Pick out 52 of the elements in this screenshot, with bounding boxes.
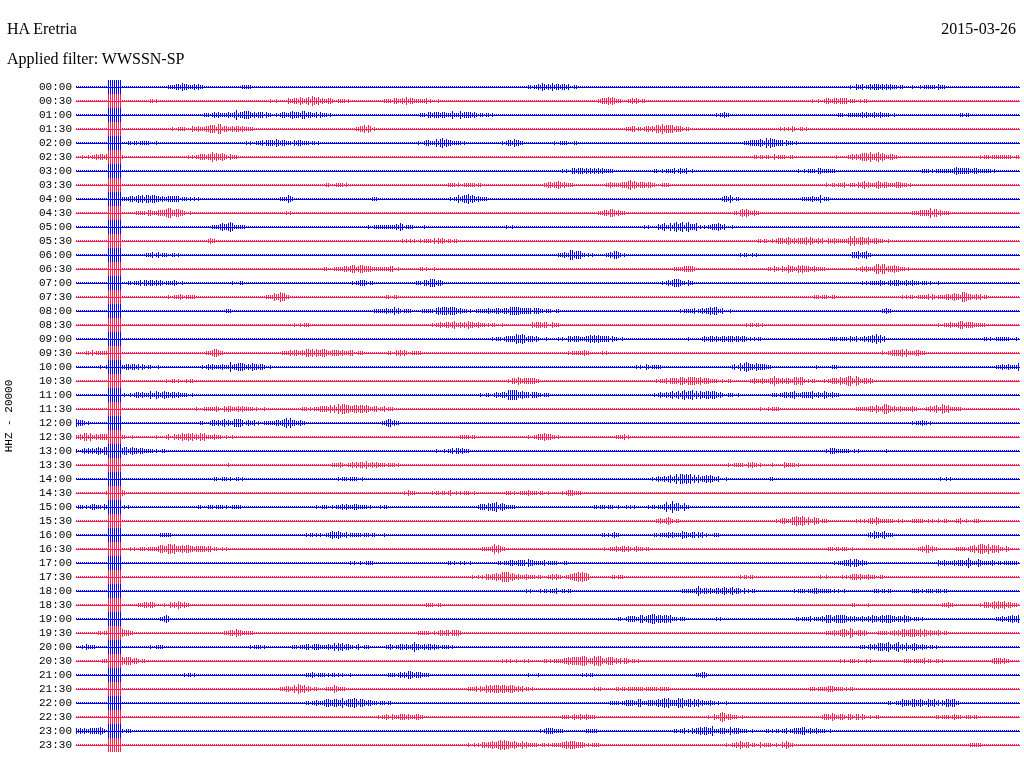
time-label: 15:30 — [38, 514, 72, 528]
time-label: 11:30 — [38, 402, 72, 416]
time-label: 21:00 — [38, 668, 72, 682]
time-label: 19:00 — [38, 612, 72, 626]
time-label: 00:30 — [38, 94, 72, 108]
time-label: 18:30 — [38, 598, 72, 612]
time-label: 06:00 — [38, 248, 72, 262]
time-label: 17:30 — [38, 570, 72, 584]
time-label: 01:30 — [38, 122, 72, 136]
time-label: 03:00 — [38, 164, 72, 178]
time-label: 23:00 — [38, 724, 72, 738]
time-label: 17:00 — [38, 556, 72, 570]
time-label: 09:00 — [38, 332, 72, 346]
station-title: HA Eretria — [7, 20, 78, 38]
time-label: 00:00 — [38, 80, 72, 94]
time-label: 04:30 — [38, 206, 72, 220]
time-label: 04:00 — [38, 192, 72, 206]
time-label: 09:30 — [38, 346, 72, 360]
time-label: 02:00 — [38, 136, 72, 150]
time-label: 16:00 — [38, 528, 72, 542]
time-label: 14:30 — [38, 486, 72, 500]
time-label: 11:00 — [38, 388, 72, 402]
time-label: 08:00 — [38, 304, 72, 318]
time-label: 03:30 — [38, 178, 72, 192]
time-label: 20:30 — [38, 654, 72, 668]
time-label: 01:00 — [38, 108, 72, 122]
time-label: 21:30 — [38, 682, 72, 696]
time-label: 20:00 — [38, 640, 72, 654]
time-label: 13:00 — [38, 444, 72, 458]
time-label: 15:00 — [38, 500, 72, 514]
time-label: 16:30 — [38, 542, 72, 556]
time-label: 18:00 — [38, 584, 72, 598]
time-label: 07:00 — [38, 276, 72, 290]
time-label: 14:00 — [38, 472, 72, 486]
time-label: 07:30 — [38, 290, 72, 304]
time-label: 12:00 — [38, 416, 72, 430]
time-label: 02:30 — [38, 150, 72, 164]
date-label: 2015-03-26 — [941, 20, 1016, 39]
time-label: 12:30 — [38, 430, 72, 444]
time-label: 06:30 — [38, 262, 72, 276]
filter-label: Applied filter: WWSSN-SP — [7, 50, 185, 68]
time-label: 23:30 — [38, 738, 72, 752]
time-label: 13:30 — [38, 458, 72, 472]
time-label: 05:00 — [38, 220, 72, 234]
time-label: 05:30 — [38, 234, 72, 248]
time-label: 19:30 — [38, 626, 72, 640]
time-label: 10:30 — [38, 374, 72, 388]
time-label: 08:30 — [38, 318, 72, 332]
channel-label: HHZ - 20000 — [3, 379, 15, 453]
time-label: 22:30 — [38, 710, 72, 724]
time-label: 22:00 — [38, 696, 72, 710]
time-label: 10:00 — [38, 360, 72, 374]
